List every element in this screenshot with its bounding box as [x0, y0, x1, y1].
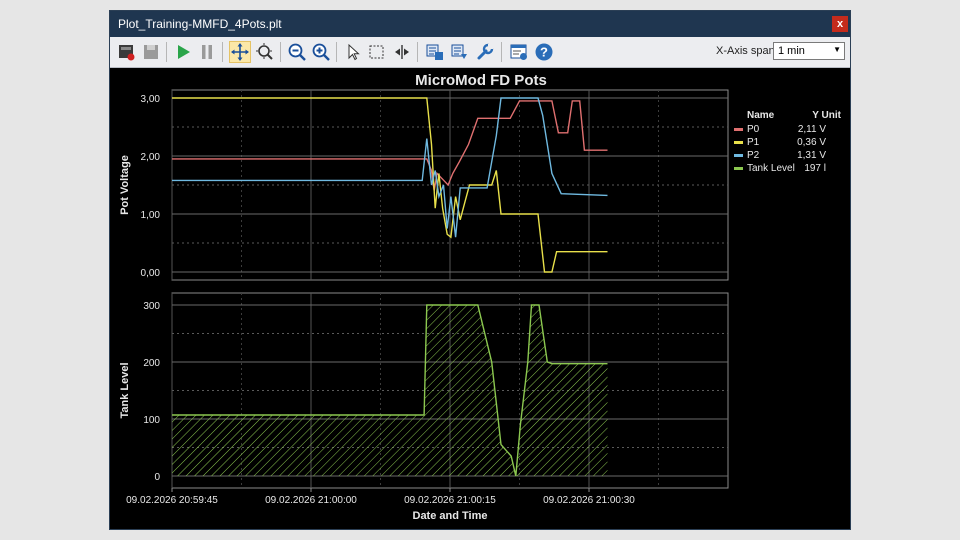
x-tick-label: 09.02.2026 21:00:00	[265, 495, 357, 506]
legend-swatch	[734, 128, 743, 131]
help-icon: ?	[535, 43, 553, 61]
toolbar: ? X-Axis span: 1 min ▼	[110, 37, 850, 68]
pointer-icon	[348, 43, 360, 61]
zoom-in-button[interactable]	[310, 41, 332, 63]
zoom-region-button[interactable]	[254, 41, 276, 63]
legend-swatch	[734, 141, 743, 144]
import-button[interactable]	[449, 41, 471, 63]
svg-text:?: ?	[540, 45, 548, 60]
legend-swatch	[734, 154, 743, 157]
title-bar[interactable]: Plot_Training-MMFD_4Pots.plt x	[110, 11, 850, 37]
legend-series-name: P0	[747, 124, 760, 135]
legend-header-unit: Y Unit	[812, 110, 841, 121]
y-tick-label: 1,00	[141, 210, 161, 221]
legend-series-name: P2	[747, 150, 760, 161]
x-tick-label: 09.02.2026 20:59:45	[126, 495, 218, 506]
record-button[interactable]	[116, 41, 138, 63]
pan-button[interactable]	[229, 41, 251, 63]
legend-series-value: 1,31 V	[797, 150, 826, 161]
plot-window: Plot_Training-MMFD_4Pots.plt x ? X-Axis …	[109, 10, 851, 530]
properties-button[interactable]	[508, 41, 530, 63]
zoom-region-icon	[256, 43, 273, 60]
legend-header-name: Name	[747, 110, 775, 121]
y-tick-label: 0	[154, 472, 160, 483]
export-button[interactable]	[424, 41, 446, 63]
legend-series-name: P1	[747, 137, 760, 148]
play-icon	[178, 45, 190, 59]
select-rect-icon	[369, 45, 384, 59]
record-icon	[119, 45, 135, 61]
pan-icon	[231, 43, 249, 61]
x-axis-label: Date and Time	[413, 510, 488, 522]
xaxis-span-value: 1 min	[778, 45, 805, 57]
save-icon	[144, 45, 158, 59]
xaxis-span-label: X-Axis span:	[716, 45, 778, 57]
y-tick-label: 0,00	[141, 268, 161, 279]
chevron-down-icon: ▼	[833, 45, 841, 54]
import-icon	[451, 44, 467, 59]
pause-icon	[202, 45, 212, 59]
split-icon	[395, 45, 409, 59]
close-button[interactable]: x	[832, 16, 848, 32]
legend-series-value: 2,11 V	[798, 124, 826, 135]
export-icon	[426, 44, 443, 60]
settings-wrench-icon	[477, 43, 494, 60]
plot-chart[interactable]: MicroMod FD Pots 0,00 1,00 2,00 3,00 Pot Vol…	[110, 68, 850, 529]
chart-title: MicroMod FD Pots	[415, 72, 547, 89]
legend-series-value: 197 l	[804, 163, 826, 174]
y-tick-label: 2,00	[141, 152, 161, 163]
split-button[interactable]	[391, 41, 413, 63]
x-tick-label: 09.02.2026 21:00:15	[404, 495, 496, 506]
y-axis-label: Pot Voltage	[119, 155, 131, 215]
y-tick-label: 3,00	[141, 94, 161, 105]
y-tick-label: 100	[143, 415, 160, 426]
y-tick-label: 300	[143, 301, 160, 312]
select-rect-button[interactable]	[366, 41, 388, 63]
save-button[interactable]	[140, 41, 162, 63]
y-tick-label: 200	[143, 358, 160, 369]
legend-series-value: 0,36 V	[797, 137, 826, 148]
pause-button[interactable]	[196, 41, 218, 63]
legend-swatch	[734, 167, 743, 170]
legend: Name Y Unit P0 2,11 V P1 0,36 V P2 1,31 VTank L…	[734, 110, 842, 174]
window-title: Plot_Training-MMFD_4Pots.plt	[118, 17, 282, 31]
y-axis-label: Tank Level	[119, 362, 131, 418]
x-tick-label: 09.02.2026 21:00:30	[543, 495, 635, 506]
legend-series-name: Tank Level	[747, 163, 795, 174]
xaxis-span-select[interactable]: 1 min ▼	[773, 42, 845, 60]
zoom-out-button[interactable]	[286, 41, 308, 63]
zoom-in-icon	[312, 43, 330, 61]
pointer-button[interactable]	[342, 41, 364, 63]
zoom-out-icon	[288, 43, 306, 61]
help-button[interactable]: ?	[533, 41, 555, 63]
settings-button[interactable]	[474, 41, 496, 63]
properties-icon	[510, 44, 527, 60]
play-button[interactable]	[172, 41, 194, 63]
